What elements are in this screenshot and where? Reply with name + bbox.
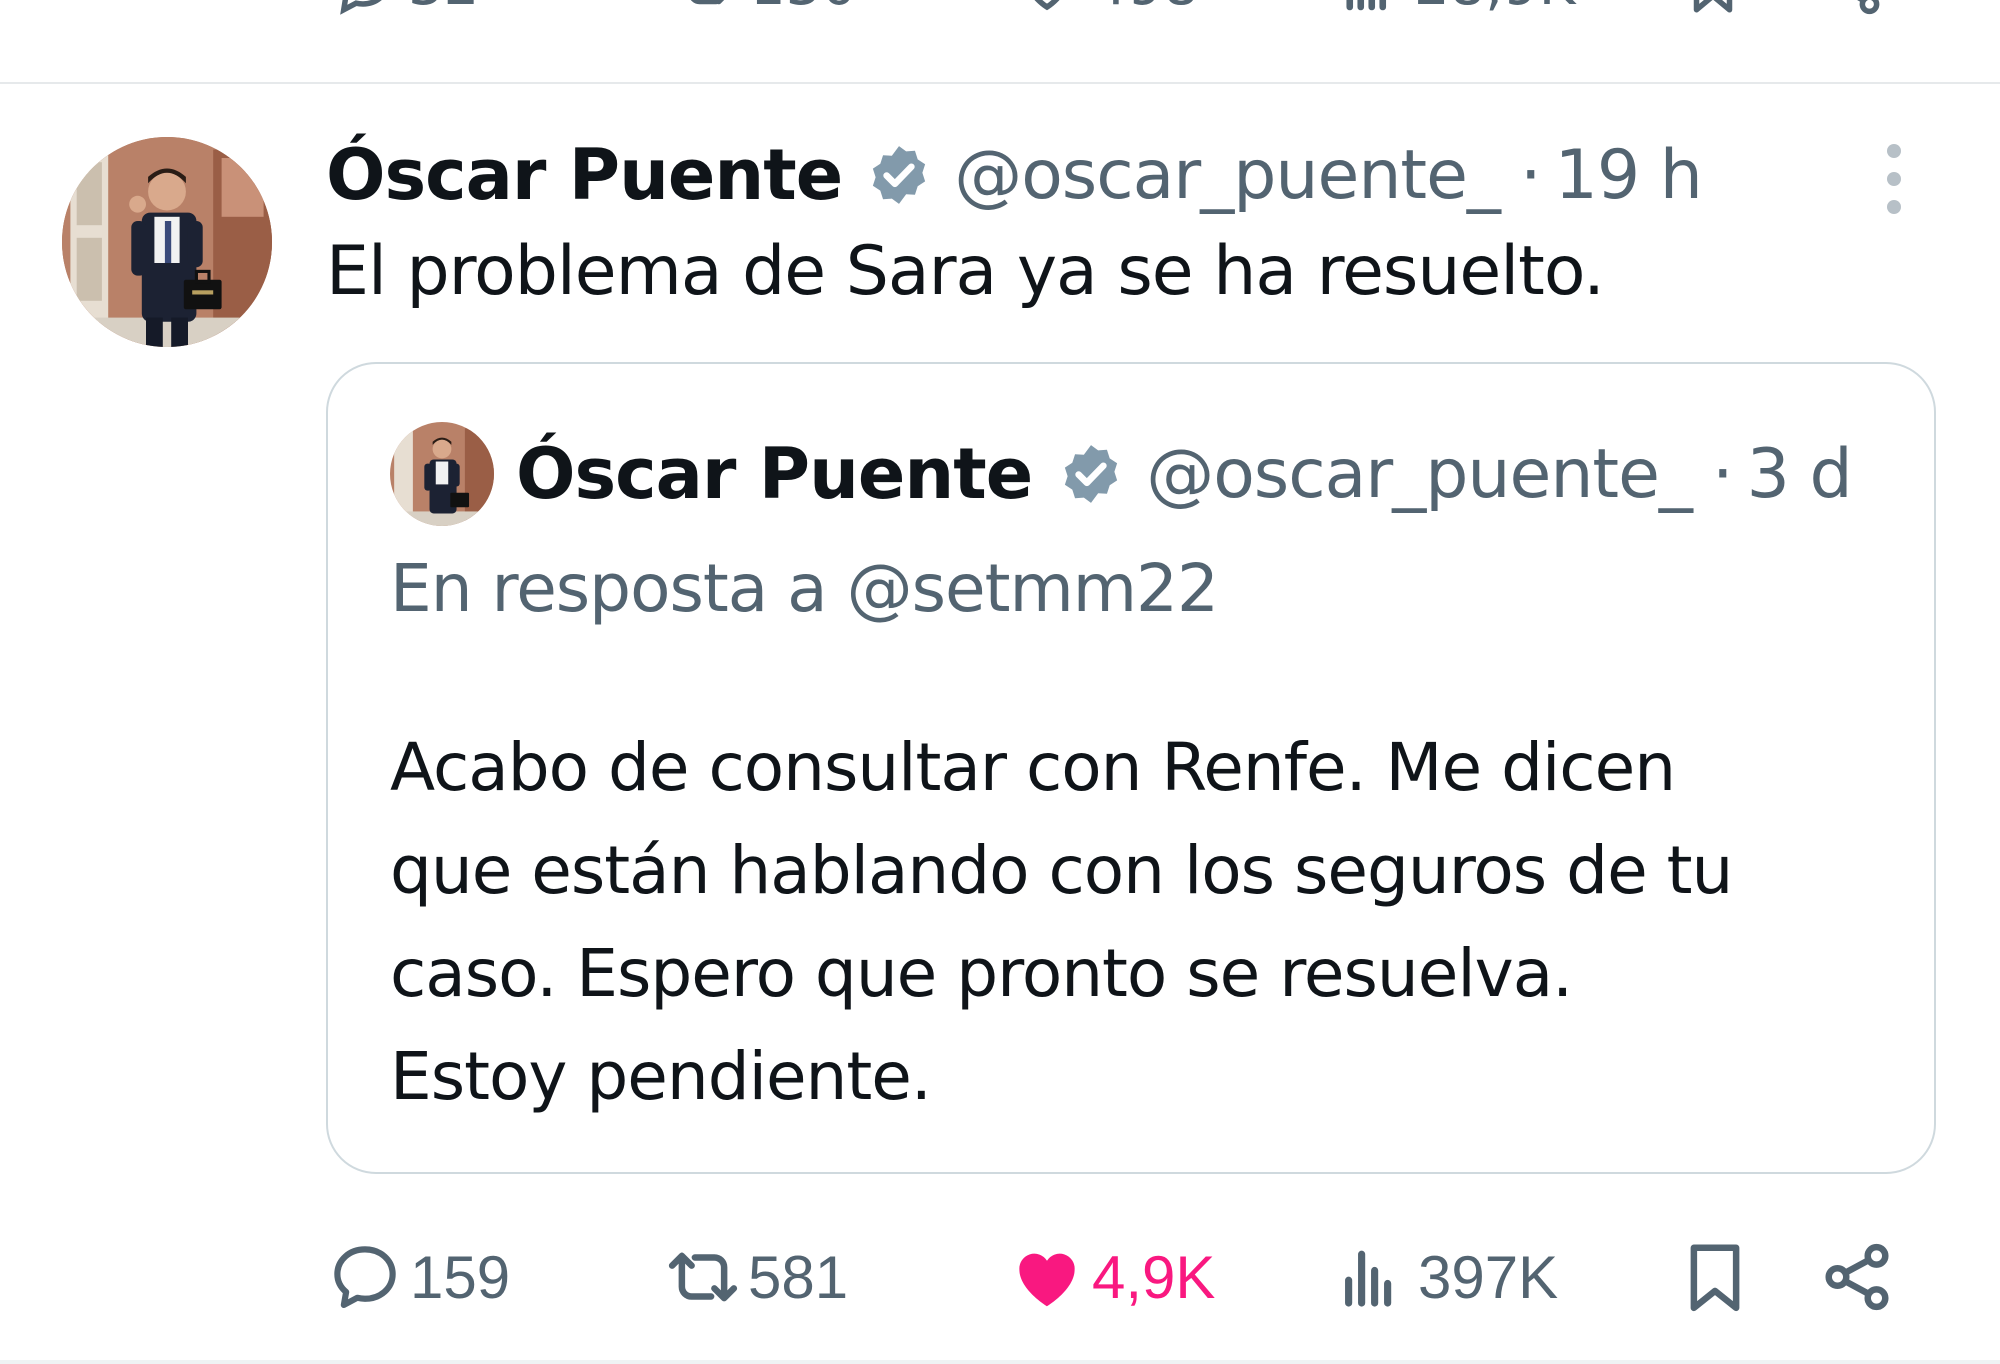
like-icon bbox=[1034, 0, 1060, 11]
prev-share-button[interactable] bbox=[1820, 0, 1886, 18]
prev-bookmark-button[interactable] bbox=[1680, 0, 1746, 18]
tweet-text: El problema de Sara ya se ha resuelto. bbox=[326, 232, 1605, 311]
quoted-tweet-time[interactable]: 3 d bbox=[1747, 435, 1853, 514]
reply-button[interactable]: 159 bbox=[326, 1232, 510, 1322]
views-count: 397K bbox=[1418, 1243, 1559, 1311]
previous-tweet-action-bar: 32 130 498 28,9K bbox=[0, 0, 2000, 18]
like-icon bbox=[1019, 1253, 1075, 1307]
repost-icon bbox=[668, 1252, 738, 1302]
author-avatar[interactable] bbox=[62, 137, 272, 347]
verified-badge-icon bbox=[873, 146, 926, 204]
quoted-author-name[interactable]: Óscar Puente bbox=[516, 433, 1033, 515]
quoted-author-avatar bbox=[390, 422, 494, 526]
reply-mention-link[interactable]: @setmm22 bbox=[847, 550, 1219, 627]
share-icon bbox=[1857, 0, 1880, 15]
quoted-tweet-header: Óscar Puente @oscar_puente_ · 3 d bbox=[516, 426, 1853, 522]
time-separator: · bbox=[1519, 135, 1542, 215]
bottom-divider bbox=[0, 1360, 2000, 1364]
prev-repost-count: 130 bbox=[750, 0, 857, 18]
prev-like-count: 498 bbox=[1092, 0, 1199, 18]
tweet-time[interactable]: 19 h bbox=[1555, 136, 1703, 215]
reply-prefix: En resposta a bbox=[390, 550, 828, 627]
repost-count: 581 bbox=[748, 1243, 849, 1311]
like-count: 4,9K bbox=[1092, 1243, 1216, 1311]
share-icon bbox=[1825, 1243, 1889, 1311]
quoted-tweet-text: Acabo de consultar con Renfe. Me dicen q… bbox=[390, 716, 1910, 1128]
tweet-header: Óscar Puente @oscar_puente_ · 19 h bbox=[326, 130, 1703, 220]
tweet-divider bbox=[0, 82, 2000, 84]
prev-reply-button[interactable]: 32 bbox=[330, 0, 479, 18]
avatar-photo bbox=[390, 422, 494, 526]
like-button[interactable]: 4,9K bbox=[1008, 1232, 1215, 1322]
prev-reply-count: 32 bbox=[408, 0, 479, 18]
more-options-button[interactable] bbox=[1878, 144, 1910, 214]
quoted-time-separator: · bbox=[1711, 434, 1734, 514]
reply-context: En resposta a @setmm22 bbox=[390, 550, 1219, 627]
reply-icon bbox=[334, 1246, 396, 1309]
bookmark-icon bbox=[1690, 1244, 1740, 1312]
quoted-tweet-card[interactable]: Óscar Puente @oscar_puente_ · 3 d En res… bbox=[326, 362, 1936, 1174]
quoted-text-line: caso. Espero que pronto se resuelva. bbox=[390, 935, 1573, 1012]
prev-views-button[interactable]: 28,9K bbox=[1336, 0, 1575, 18]
views-button[interactable]: 397K bbox=[1334, 1232, 1558, 1322]
quoted-text-line: Estoy pendiente. bbox=[390, 1038, 932, 1115]
reply-icon bbox=[340, 0, 382, 15]
author-handle[interactable]: @oscar_puente_ bbox=[954, 136, 1501, 215]
verified-badge-icon bbox=[1065, 445, 1118, 503]
quoted-text-line: Acabo de consultar con Renfe. Me dicen bbox=[390, 729, 1676, 806]
repost-icon bbox=[690, 0, 725, 5]
views-icon bbox=[1346, 0, 1387, 11]
bookmark-button[interactable] bbox=[1676, 1232, 1754, 1322]
quoted-author-handle[interactable]: @oscar_puente_ bbox=[1146, 435, 1693, 514]
more-icon bbox=[1887, 144, 1901, 158]
prev-views-count: 28,9K bbox=[1414, 0, 1575, 18]
avatar-photo bbox=[62, 137, 272, 347]
prev-repost-button[interactable]: 130 bbox=[672, 0, 857, 18]
prev-like-button[interactable]: 498 bbox=[1014, 0, 1199, 18]
bookmark-icon bbox=[1693, 0, 1733, 13]
share-button[interactable] bbox=[1818, 1232, 1896, 1322]
tweet-action-bar: 159 581 4,9K 397K bbox=[0, 1232, 2000, 1322]
views-icon bbox=[1345, 1250, 1392, 1307]
quoted-text-line: que están hablando con los seguros de tu bbox=[390, 832, 1733, 909]
repost-button[interactable]: 581 bbox=[664, 1232, 848, 1322]
author-name[interactable]: Óscar Puente bbox=[326, 134, 843, 216]
reply-count: 159 bbox=[410, 1243, 511, 1311]
